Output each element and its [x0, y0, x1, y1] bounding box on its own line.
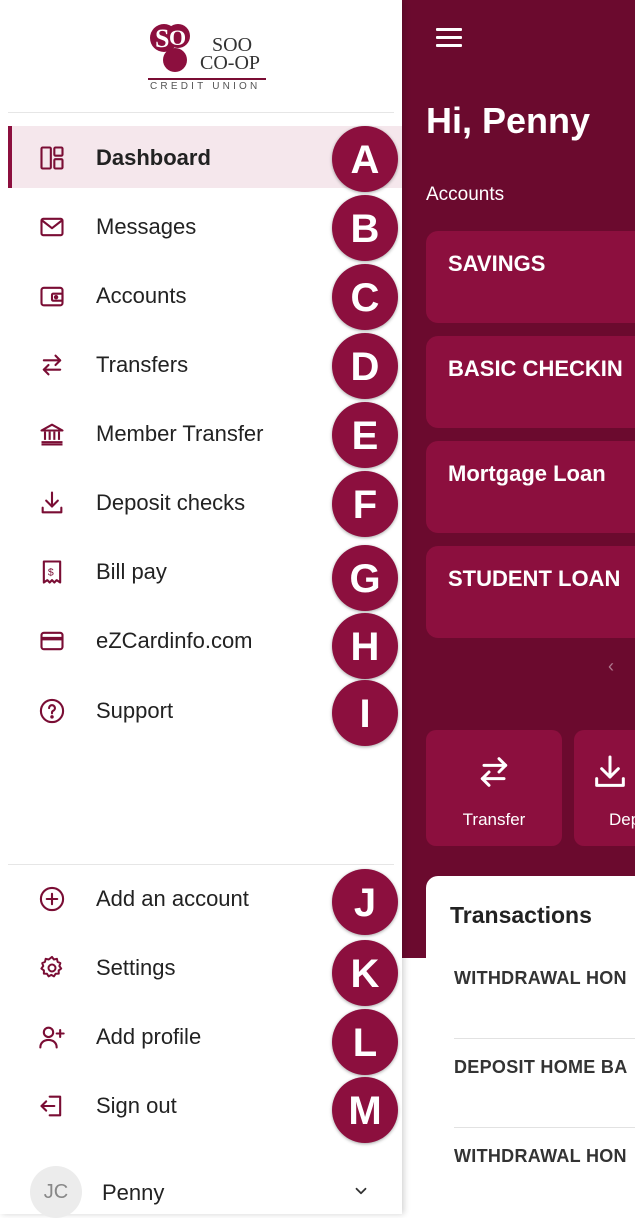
sidebar-item-label: Add an account [96, 886, 249, 911]
sidebar-item-label: Transfers [96, 352, 189, 377]
sidebar-item-label: Deposit checks [96, 490, 246, 515]
transactions-card: Transactions WITHDRAWAL HON DEPOSIT HOME… [426, 876, 635, 1214]
main-panel: Hi, Penny Accounts SAVINGS BASIC CHECKIN… [402, 0, 635, 1214]
gear-icon [38, 954, 66, 982]
dashboard-icon [38, 144, 66, 172]
action-label: Dep [609, 810, 635, 829]
marker-badge-k: K [332, 940, 398, 1006]
account-card-student-loan[interactable]: STUDENT LOAN [426, 546, 635, 638]
marker-badge-f: F [332, 471, 398, 537]
svg-text:O: O [169, 25, 186, 50]
sidebar-drawer: S O SOO CO-OP CREDIT UNION Dashboard Mes… [0, 0, 402, 1218]
sign-out-icon [38, 1092, 66, 1120]
transaction-row[interactable]: WITHDRAWAL HON [454, 1146, 627, 1167]
download-icon [38, 489, 66, 517]
marker-badge-a: A [332, 126, 398, 192]
account-name: Mortgage Loan [448, 461, 606, 486]
logo-rule [148, 78, 266, 80]
marker-badge-j: J [332, 869, 398, 935]
transfer-arrows-icon [38, 351, 66, 379]
marker-badge-e: E [332, 402, 398, 468]
marker-badge-g: G [332, 545, 398, 611]
marker-badge-h: H [332, 613, 398, 679]
sidebar-item-label: Bill pay [96, 559, 167, 584]
wallet-icon [38, 282, 66, 310]
menu-hamburger-icon[interactable] [436, 28, 462, 48]
divider [454, 1127, 635, 1128]
account-card-basic-checking[interactable]: BASIC CHECKIN [426, 336, 635, 428]
transactions-title: Transactions [450, 902, 592, 928]
sidebar-item-label: Settings [96, 955, 176, 980]
transfer-arrows-icon [474, 752, 514, 797]
sidebar-item-label: Member Transfer [96, 421, 264, 446]
svg-text:S: S [155, 24, 169, 53]
accounts-section-label: Accounts [426, 184, 505, 205]
sidebar-item-label: Sign out [96, 1093, 177, 1118]
profile-switcher[interactable]: JC Penny [8, 1160, 402, 1218]
marker-badge-d: D [332, 333, 398, 399]
account-card-savings[interactable]: SAVINGS [426, 231, 635, 323]
sidebar-item-label: Messages [96, 214, 197, 239]
account-name: STUDENT LOAN [448, 566, 621, 591]
greeting-heading: Hi, Penny [426, 100, 591, 141]
sidebar-item-label: Add profile [96, 1024, 202, 1049]
marker-badge-l: L [332, 1009, 398, 1075]
profile-name: Penny [102, 1180, 165, 1205]
mail-icon [38, 213, 66, 241]
plus-circle-icon [38, 885, 66, 913]
chevron-down-icon [352, 1182, 370, 1205]
action-label: Transfer [462, 810, 526, 829]
bill-icon: $ [38, 558, 66, 586]
bank-icon [38, 420, 66, 448]
carousel-prev-icon[interactable]: ‹ [608, 656, 614, 677]
sidebar-item-label: Accounts [96, 283, 187, 308]
deposit-action-button[interactable]: Dep [574, 730, 635, 846]
logo-text: CO-OP [200, 52, 261, 74]
sidebar-item-label: Support [96, 698, 174, 723]
transaction-row[interactable]: WITHDRAWAL HON [454, 968, 627, 989]
logo-subtitle: CREDIT UNION [150, 81, 261, 92]
marker-badge-i: I [332, 680, 398, 746]
transaction-row[interactable]: DEPOSIT HOME BA [454, 1057, 628, 1078]
divider [454, 1038, 635, 1039]
account-card-mortgage-loan[interactable]: Mortgage Loan [426, 441, 635, 533]
divider [8, 112, 394, 113]
avatar: JC [30, 1166, 82, 1218]
marker-badge-c: C [332, 264, 398, 330]
divider [8, 864, 394, 865]
svg-text:$: $ [48, 567, 54, 579]
sidebar-item-label: Dashboard [96, 145, 211, 170]
credit-card-icon [38, 627, 66, 655]
account-name: SAVINGS [448, 251, 546, 276]
download-icon [590, 752, 630, 797]
marker-badge-m: M [332, 1077, 398, 1143]
account-name: BASIC CHECKIN [448, 356, 623, 381]
transfer-action-button[interactable]: Transfer [426, 730, 562, 846]
help-circle-icon [38, 697, 66, 725]
add-user-icon [38, 1023, 66, 1051]
marker-badge-b: B [332, 195, 398, 261]
soo-coop-logo: S O SOO CO-OP CREDIT UNION [148, 22, 268, 94]
sidebar-item-label: eZCardinfo.com [96, 628, 253, 653]
